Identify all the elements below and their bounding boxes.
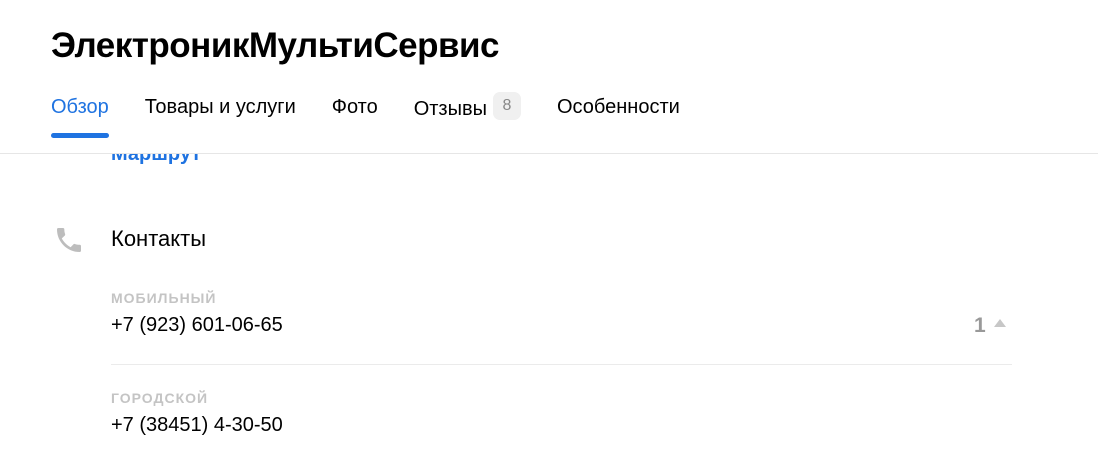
mobile-phone-number[interactable]: +7 (923) 601-06-65 [111,314,283,337]
organization-page: Маршрут ЭлектроникМультиСервис Обзор Тов… [0,0,1098,460]
tab-overview[interactable]: Обзор [51,96,109,138]
tab-overview-label: Обзор [51,96,109,118]
city-phone-number[interactable]: +7 (38451) 4-30-50 [111,414,283,437]
tab-reviews[interactable]: Отзывы 8 [413,92,521,136]
sticky-header: ЭлектроникМультиСервис Обзор Товары и ус… [0,0,1098,154]
tab-features[interactable]: Особенности [557,96,680,136]
tab-photos[interactable]: Фото [332,96,378,136]
city-phone-label: ГОРОДСКОЙ [111,390,209,406]
upvote-arrow-icon[interactable] [993,319,1006,327]
tab-bar: Обзор Товары и услуги Фото Отзывы 8 Особе… [51,92,716,140]
vote-count: 1 [974,314,986,337]
mobile-phone-label: МОБИЛЬНЫЙ [111,290,217,306]
tab-reviews-label: Отзывы [413,98,487,120]
phone-vote[interactable]: 1 [974,314,1006,338]
tab-products-services-label: Товары и услуги [144,96,296,118]
reviews-count-badge: 8 [492,92,521,120]
organization-title: ЭлектроникМультиСервис [51,26,499,65]
contacts-heading: Контакты [111,226,207,251]
contacts-divider [111,364,1012,365]
phone-icon [53,224,85,256]
tab-photos-label: Фото [331,96,378,118]
tab-products-services[interactable]: Товары и услуги [145,96,296,136]
tab-features-label: Особенности [556,96,680,118]
